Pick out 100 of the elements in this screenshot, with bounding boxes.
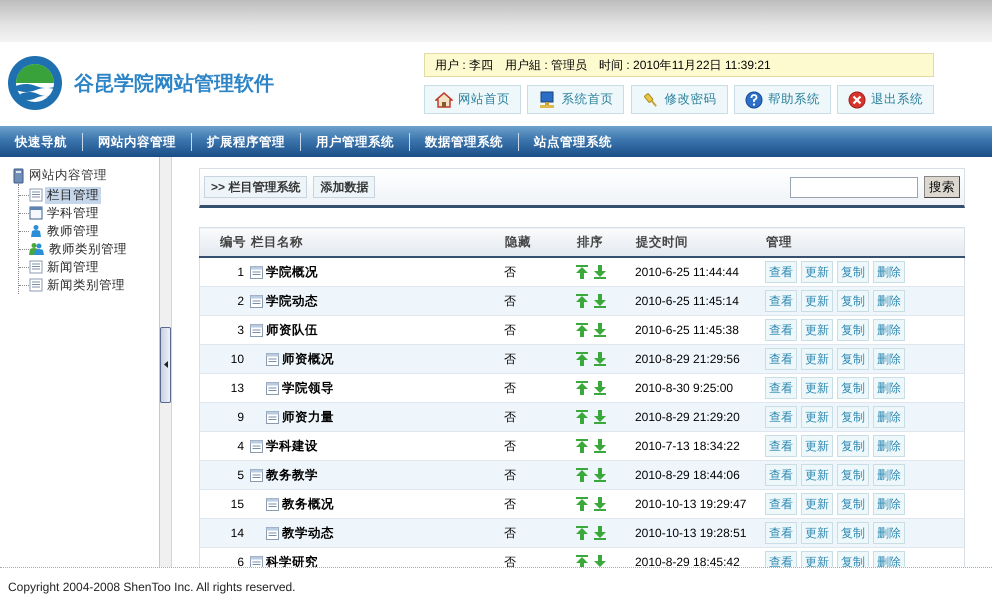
tree-item[interactable]: 教师类别管理 [47, 240, 129, 258]
action-button[interactable]: 查看 [765, 522, 797, 544]
action-button[interactable]: 删除 [873, 348, 905, 370]
action-button[interactable]: 删除 [873, 261, 905, 283]
move-down-icon[interactable] [594, 468, 606, 482]
action-button[interactable]: 复制 [837, 435, 869, 457]
tree-item[interactable]: 教师管理 [45, 222, 101, 240]
server-icon [12, 168, 26, 184]
action-button[interactable]: 删除 [873, 319, 905, 341]
action-button[interactable]: 查看 [765, 464, 797, 486]
header-button[interactable]: 退出系统 [837, 85, 934, 114]
move-down-icon[interactable] [594, 410, 606, 424]
site-title: 谷昆学院网站管理软件 [74, 72, 274, 96]
search-field[interactable] [790, 176, 918, 198]
action-button[interactable]: 更新 [801, 435, 833, 457]
header-button[interactable]: 系统首页 [527, 85, 624, 114]
move-top-icon[interactable] [576, 526, 588, 540]
action-button[interactable]: 删除 [873, 406, 905, 428]
nav-item[interactable]: 快速导航 [0, 132, 83, 150]
tree-item[interactable]: 新闻管理 [45, 258, 101, 276]
copyright-text: Copyright 2004-2008 ShenToo Inc. All rights reserved. [8, 580, 296, 594]
move-down-icon[interactable] [594, 526, 606, 540]
action-button[interactable]: 查看 [765, 290, 797, 312]
action-button[interactable]: 复制 [837, 522, 869, 544]
action-button[interactable]: 复制 [837, 290, 869, 312]
move-down-icon[interactable] [594, 555, 606, 567]
column-name: 学院概况 [266, 264, 318, 280]
action-button[interactable]: 更新 [801, 319, 833, 341]
move-down-icon[interactable] [594, 497, 606, 511]
action-button[interactable]: 复制 [837, 348, 869, 370]
action-button[interactable]: 删除 [873, 493, 905, 515]
action-button[interactable]: 查看 [765, 319, 797, 341]
nav-item[interactable]: 站点管理系统 [519, 132, 627, 150]
move-top-icon[interactable] [576, 352, 588, 366]
move-top-icon[interactable] [576, 555, 588, 567]
move-top-icon[interactable] [576, 381, 588, 395]
action-button[interactable]: 删除 [873, 464, 905, 486]
nav-item[interactable]: 扩展程序管理 [192, 132, 301, 150]
action-button[interactable]: 查看 [765, 435, 797, 457]
move-top-icon[interactable] [576, 294, 588, 308]
table-cell: 否 [504, 402, 576, 432]
tree-item[interactable]: 学科管理 [45, 204, 101, 222]
action-button[interactable]: 查看 [765, 348, 797, 370]
move-down-icon[interactable] [594, 265, 606, 279]
add-button[interactable]: 添加数据 [313, 176, 376, 198]
move-top-icon[interactable] [576, 410, 588, 424]
move-top-icon[interactable] [576, 323, 588, 337]
move-down-icon[interactable] [594, 352, 606, 366]
action-button[interactable]: 更新 [801, 551, 833, 567]
nav-item[interactable]: 用户管理系统 [301, 132, 410, 150]
move-down-icon[interactable] [594, 439, 606, 453]
action-button[interactable]: 复制 [837, 551, 869, 567]
header-button[interactable]: 帮助系统 [734, 85, 831, 114]
breadcrumb-button[interactable]: >> 栏目管理系统 [204, 176, 308, 198]
tree-item[interactable]: 栏目管理 [45, 186, 101, 204]
action-button[interactable]: 复制 [837, 493, 869, 515]
action-button[interactable]: 查看 [765, 493, 797, 515]
action-button[interactable]: 更新 [801, 348, 833, 370]
action-button[interactable]: 删除 [873, 522, 905, 544]
action-button[interactable]: 删除 [873, 290, 905, 312]
action-button[interactable]: 查看 [765, 551, 797, 567]
nav-item[interactable]: 数据管理系统 [410, 132, 519, 150]
action-button[interactable]: 复制 [837, 319, 869, 341]
move-top-icon[interactable] [576, 497, 588, 511]
move-top-icon[interactable] [576, 468, 588, 482]
action-button[interactable]: 更新 [801, 406, 833, 428]
action-button[interactable]: 删除 [873, 435, 905, 457]
action-button[interactable]: 查看 [765, 406, 797, 428]
action-button[interactable]: 删除 [873, 377, 905, 399]
move-down-icon[interactable] [594, 323, 606, 337]
move-top-icon[interactable] [576, 265, 588, 279]
move-top-icon[interactable] [576, 439, 588, 453]
action-button[interactable]: 更新 [801, 493, 833, 515]
logo-icon [6, 54, 64, 112]
action-button[interactable]: 复制 [837, 406, 869, 428]
action-button[interactable]: 查看 [765, 377, 797, 399]
tree-item[interactable]: 新闻类别管理 [45, 276, 127, 294]
nav-item[interactable]: 网站内容管理 [83, 132, 192, 150]
move-down-icon[interactable] [594, 294, 606, 308]
action-button[interactable]: 复制 [837, 464, 869, 486]
search-button[interactable]: 搜索 [924, 176, 960, 198]
action-button[interactable]: 复制 [837, 261, 869, 283]
column-name: 学科建设 [266, 438, 318, 454]
action-button[interactable]: 复制 [837, 377, 869, 399]
action-button[interactable]: 更新 [801, 377, 833, 399]
action-button[interactable]: 更新 [801, 522, 833, 544]
collapse-handle[interactable] [160, 326, 171, 402]
document-icon [266, 526, 279, 540]
action-button[interactable]: 查看 [765, 261, 797, 283]
action-button[interactable]: 更新 [801, 464, 833, 486]
move-down-icon[interactable] [594, 381, 606, 395]
document-icon [266, 352, 279, 366]
action-button[interactable]: 更新 [801, 290, 833, 312]
document-icon [250, 324, 263, 336]
header-button[interactable]: 修改密码 [630, 85, 728, 114]
action-button[interactable]: 更新 [801, 261, 833, 283]
action-button[interactable]: 删除 [873, 551, 905, 567]
table-cell: 2010-8-29 21:29:20 [635, 402, 765, 432]
tree-root[interactable]: 网站内容管理 [29, 167, 107, 184]
header-button[interactable]: 网站首页 [424, 85, 521, 114]
